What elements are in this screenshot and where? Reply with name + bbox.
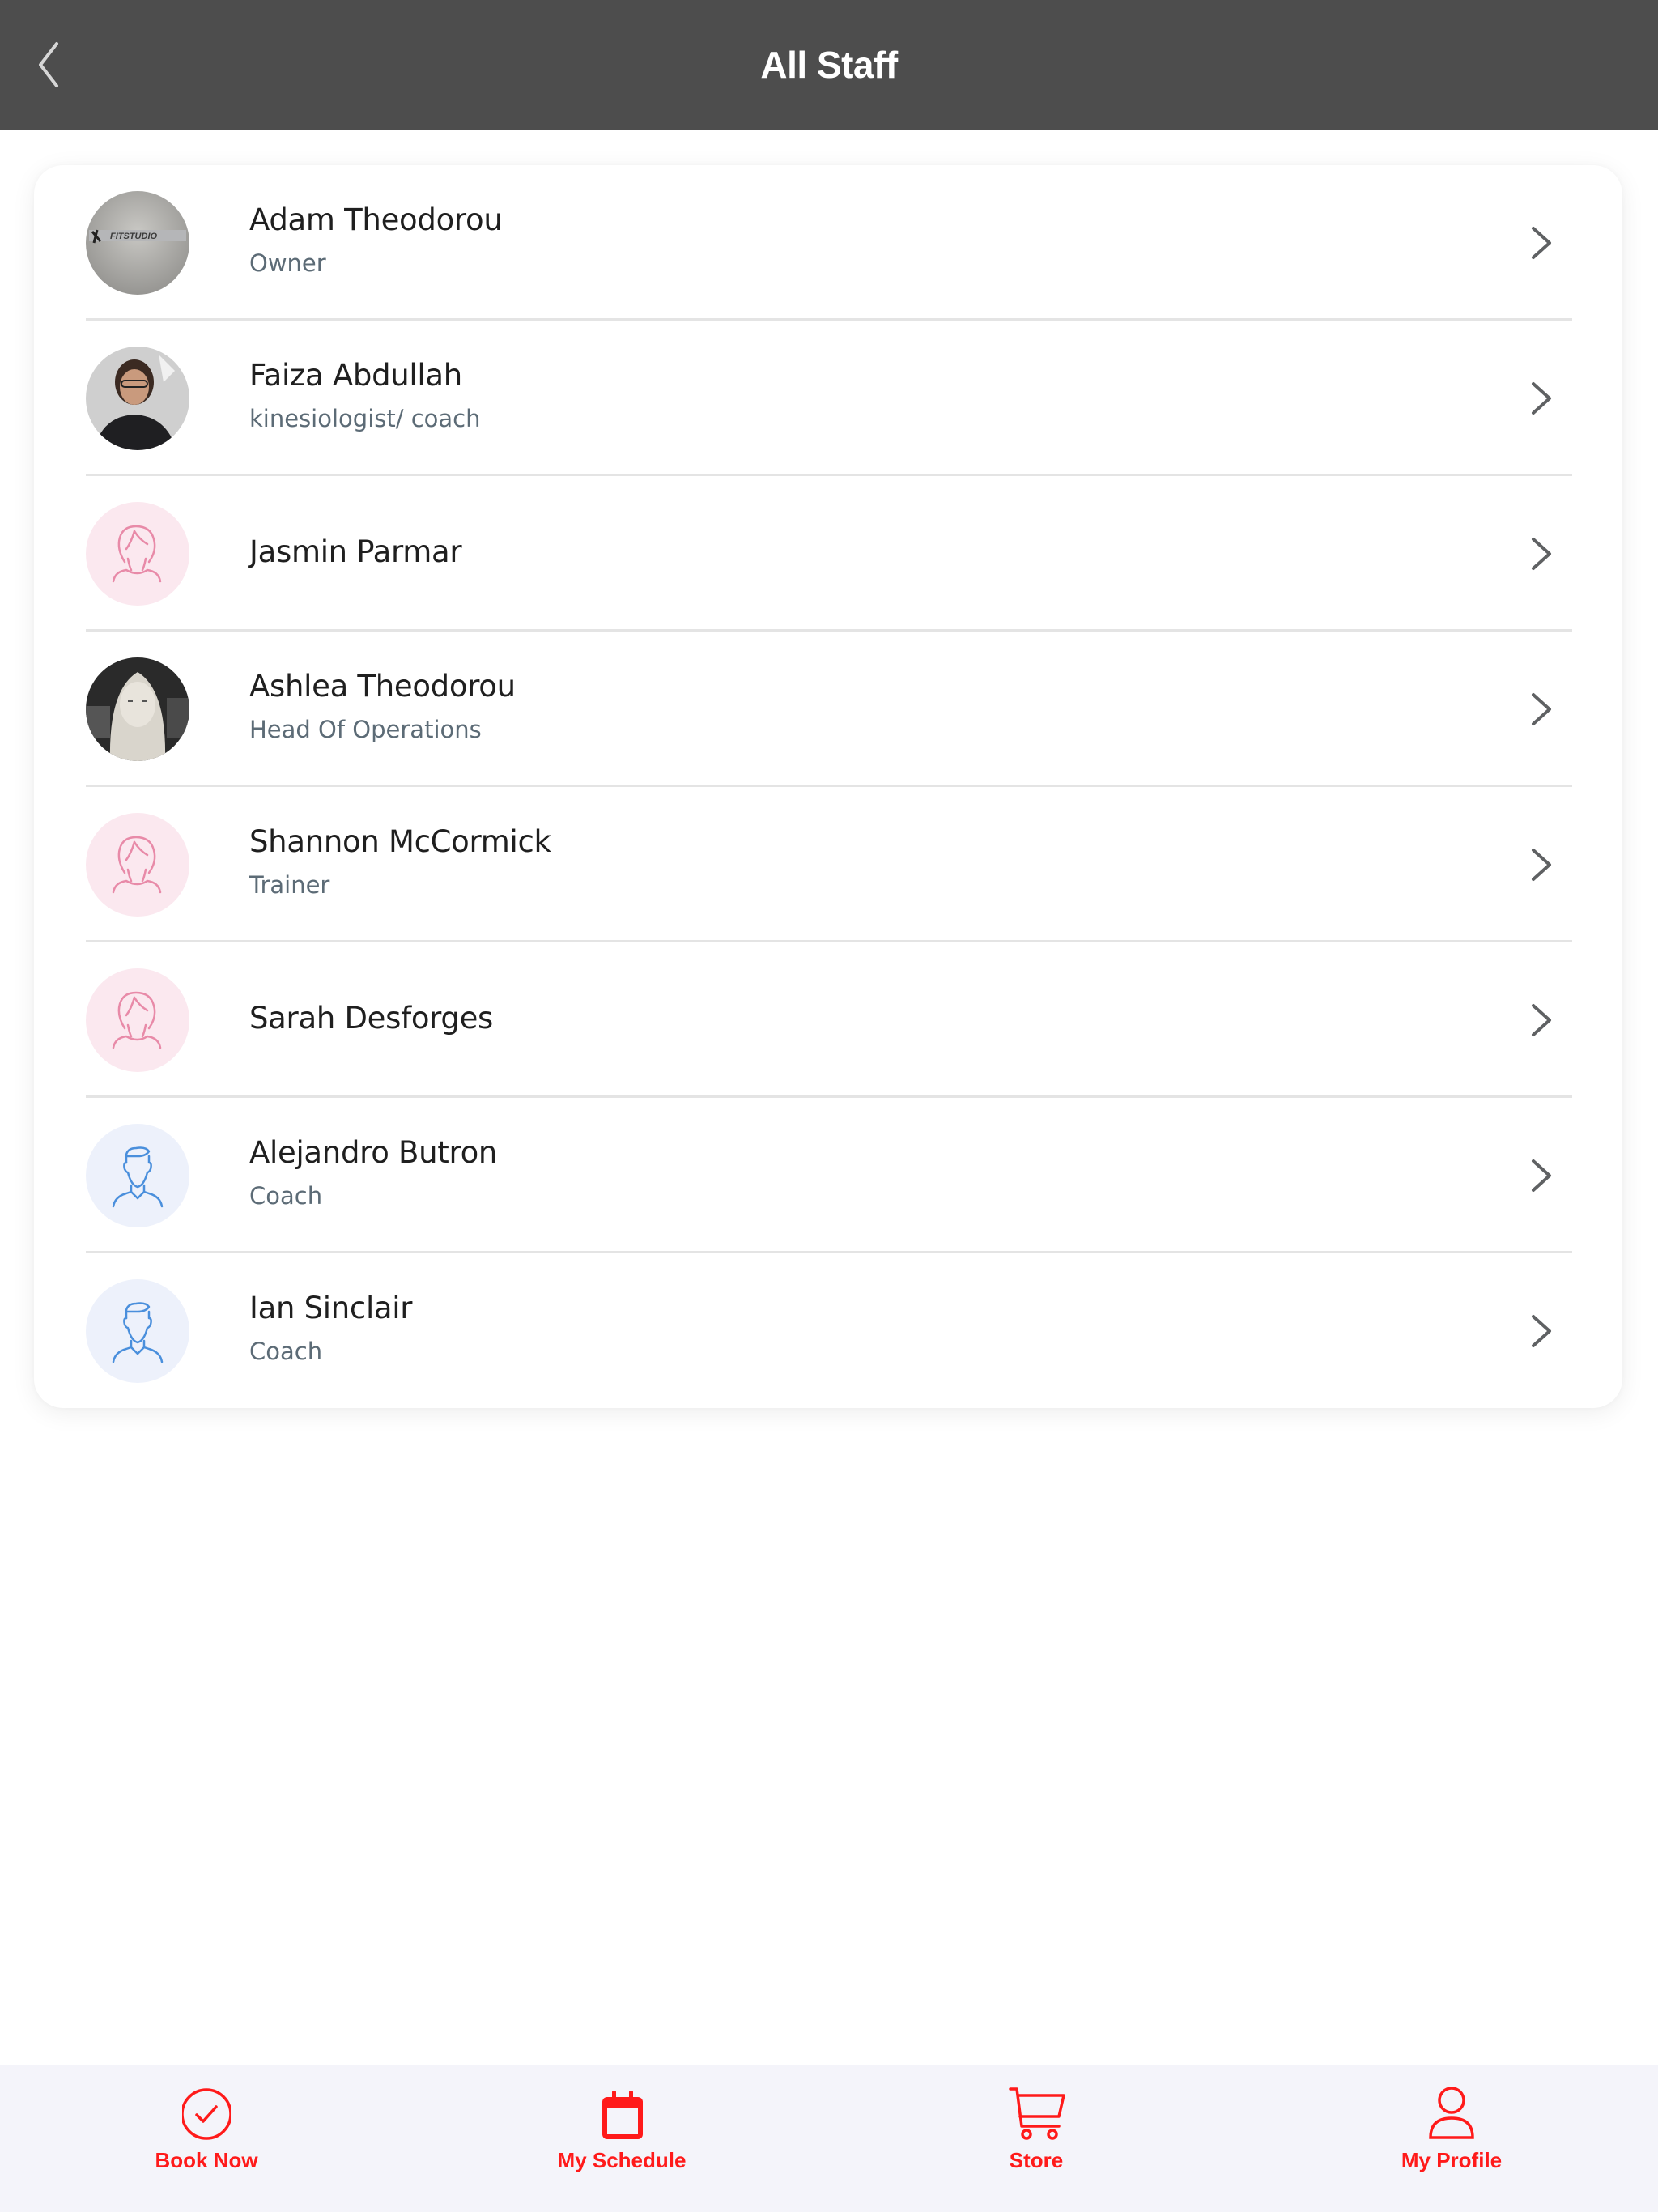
staff-name: Adam Theodorou — [249, 202, 503, 237]
staff-row[interactable]: Shannon McCormick Trainer — [86, 787, 1572, 942]
check-circle-icon — [182, 2088, 231, 2140]
woman-photo-icon — [86, 347, 189, 450]
avatar — [86, 502, 189, 606]
avatar — [86, 968, 189, 1072]
chevron-right-icon — [1532, 849, 1551, 881]
staff-name: Faiza Abdullah — [249, 358, 462, 393]
avatar — [86, 1279, 189, 1383]
staff-row[interactable]: Faiza Abdullah kinesiologist/ coach — [86, 321, 1572, 476]
chevron-right-icon — [1532, 382, 1551, 415]
tab-my-schedule[interactable]: My Schedule — [517, 2065, 727, 2212]
svg-text:FITSTUDIO: FITSTUDIO — [110, 232, 157, 241]
staff-role: Head Of Operations — [249, 716, 482, 743]
avatar — [86, 347, 189, 450]
staff-name: Ashlea Theodorou — [249, 669, 516, 704]
staff-name: Alejandro Butron — [249, 1135, 498, 1170]
chevron-right-icon — [1532, 1004, 1551, 1036]
staff-name: Jasmin Parmar — [249, 534, 462, 569]
calendar-icon — [602, 2091, 643, 2139]
staff-row[interactable]: Sarah Desforges — [86, 942, 1572, 1098]
staff-name: Shannon McCormick — [249, 824, 551, 859]
female-placeholder-icon — [86, 968, 189, 1072]
staff-name: Sarah Desforges — [249, 1001, 494, 1036]
avatar — [86, 813, 189, 917]
staff-role: Coach — [249, 1182, 323, 1210]
staff-role: Coach — [249, 1338, 323, 1365]
staff-row[interactable]: Ashlea Theodorou Head Of Operations — [86, 632, 1572, 787]
top-navigation-bar: All Staff — [0, 0, 1658, 130]
user-icon — [1429, 2087, 1474, 2139]
chevron-right-icon — [1532, 693, 1551, 725]
female-placeholder-icon — [86, 813, 189, 917]
tab-label: My Schedule — [557, 2148, 687, 2172]
chevron-right-icon — [1532, 1159, 1551, 1192]
bottom-tab-bar: Book Now My Schedule Store My Profile — [0, 2065, 1658, 2212]
staff-row[interactable]: Jasmin Parmar — [86, 476, 1572, 632]
tab-label: Book Now — [155, 2148, 258, 2172]
staff-role: kinesiologist/ coach — [249, 405, 481, 432]
male-placeholder-icon — [86, 1124, 189, 1227]
female-placeholder-icon — [86, 502, 189, 606]
studio-logo-photo-icon: FITSTUDIO — [86, 191, 189, 295]
chevron-right-icon — [1532, 538, 1551, 570]
avatar: FITSTUDIO — [86, 191, 189, 295]
staff-role: Trainer — [249, 871, 330, 899]
staff-role: Owner — [249, 249, 326, 277]
staff-list: FITSTUDIO Adam Theodorou Owner Faiza Abd… — [34, 165, 1622, 1408]
tab-my-profile[interactable]: My Profile — [1346, 2065, 1557, 2212]
staff-row[interactable]: FITSTUDIO Adam Theodorou Owner — [86, 165, 1572, 321]
chevron-right-icon — [1532, 1315, 1551, 1347]
male-placeholder-icon — [86, 1279, 189, 1383]
chevron-right-icon — [1532, 227, 1551, 259]
staff-name: Ian Sinclair — [249, 1291, 413, 1325]
page-title: All Staff — [760, 44, 898, 86]
avatar — [86, 657, 189, 761]
cart-icon — [1009, 2087, 1065, 2140]
woman-bw-photo-icon — [86, 657, 189, 761]
tab-label: My Profile — [1401, 2148, 1503, 2172]
tab-store[interactable]: Store — [931, 2065, 1141, 2212]
avatar — [86, 1124, 189, 1227]
tab-book-now[interactable]: Book Now — [101, 2065, 312, 2212]
staff-row[interactable]: Ian Sinclair Coach — [86, 1253, 1572, 1409]
tab-label: Store — [1009, 2148, 1064, 2172]
staff-row[interactable]: Alejandro Butron Coach — [86, 1098, 1572, 1253]
